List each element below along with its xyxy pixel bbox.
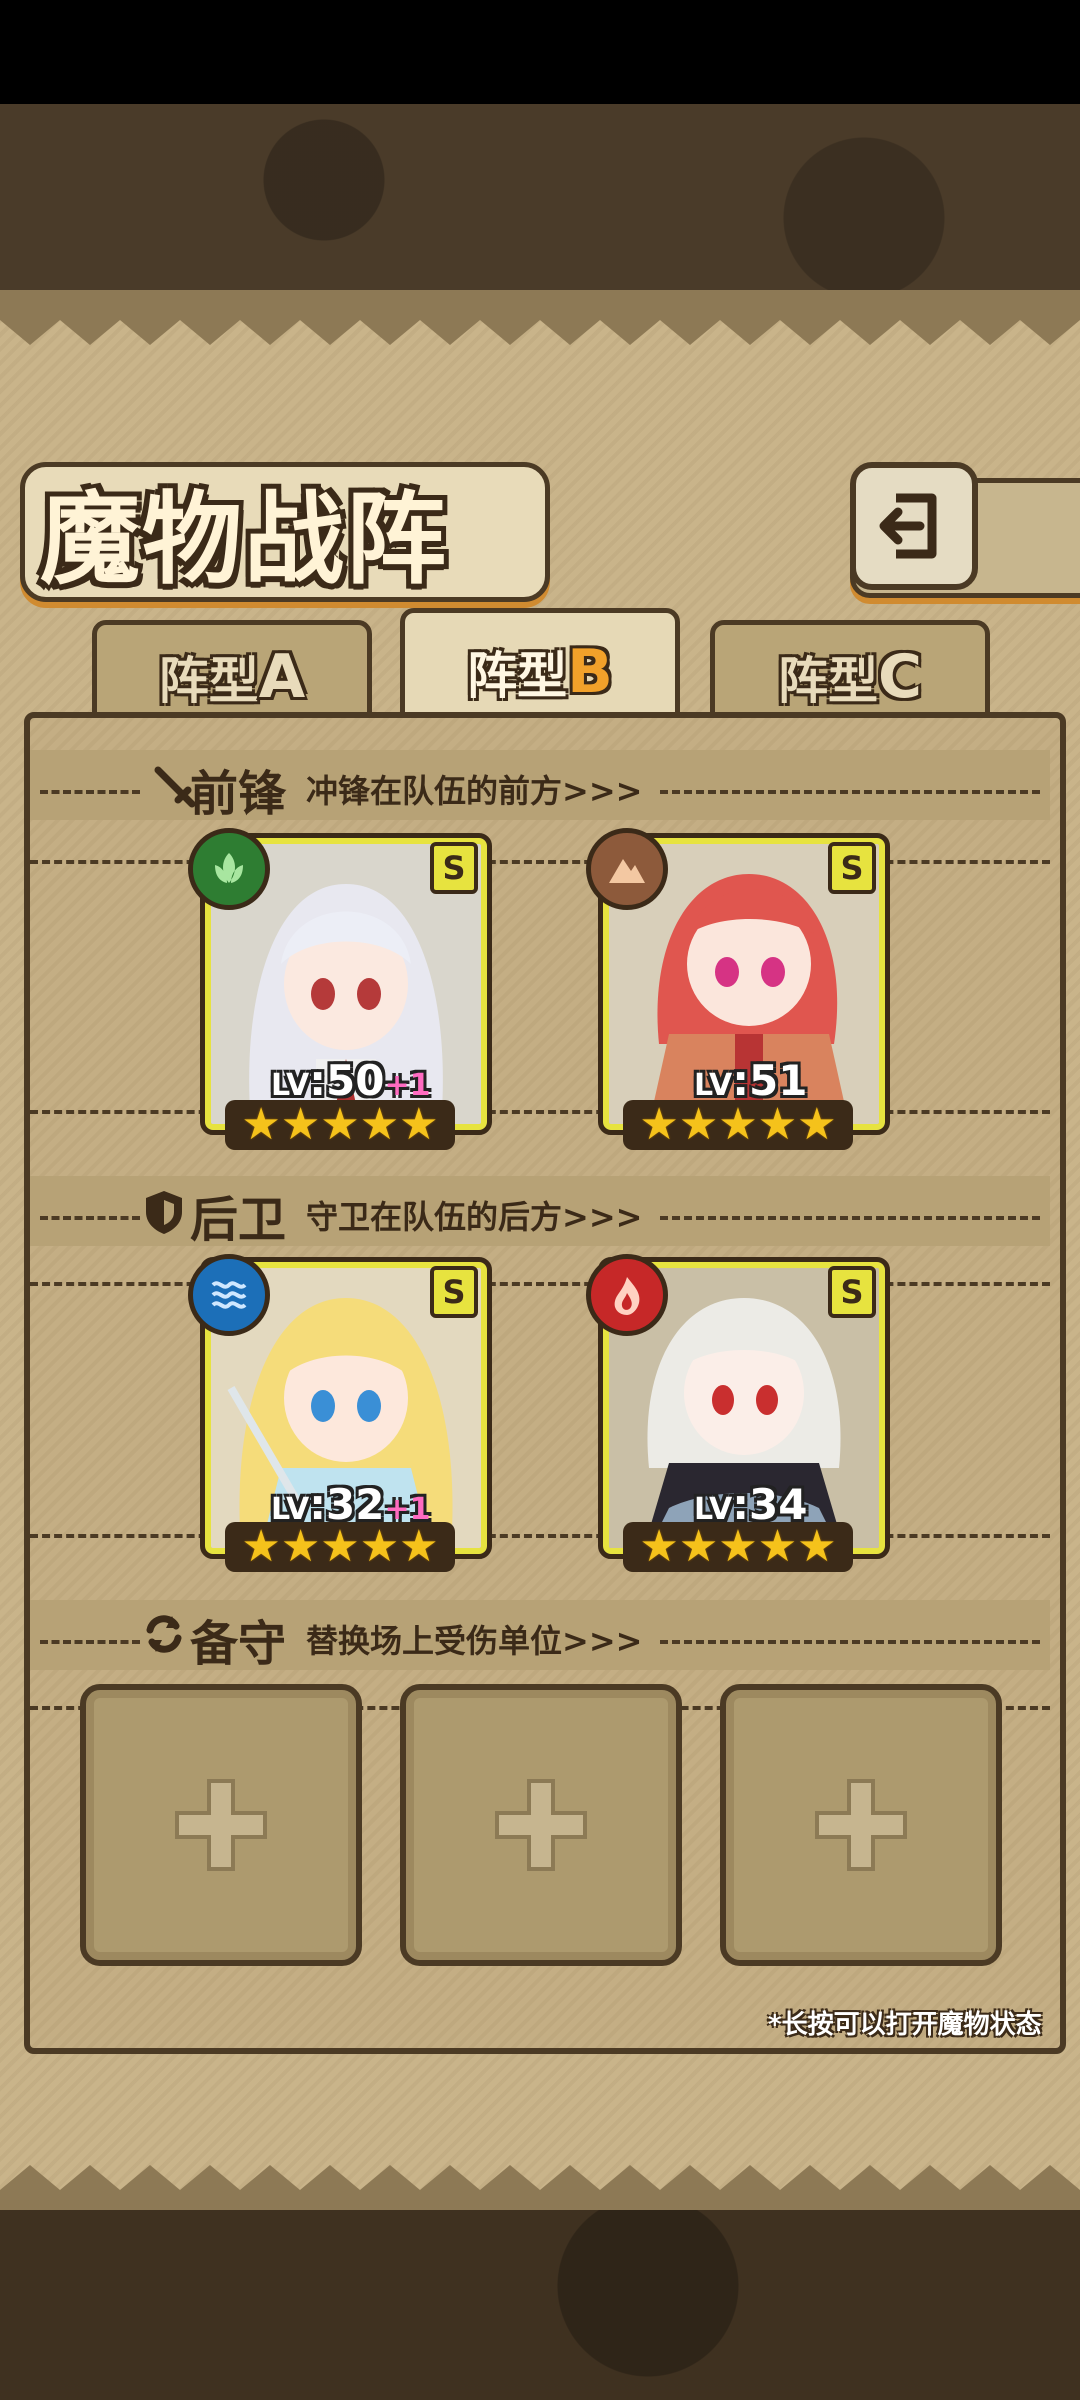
swap-icon	[146, 1615, 182, 1653]
zigzag-border-top	[0, 290, 1080, 345]
reserve-slot[interactable]	[80, 1684, 362, 1966]
level-value: :51	[732, 1056, 808, 1105]
divider	[40, 1216, 140, 1220]
section-subtitle: 守卫在队伍的后方>>>	[306, 1198, 643, 1236]
status-bar	[0, 0, 1080, 104]
divider	[660, 1216, 1040, 1220]
star-icon: ★	[678, 1521, 719, 1572]
mountain-icon	[609, 859, 645, 883]
rank-badge: S	[430, 842, 478, 894]
level-label: LV:51	[694, 1056, 807, 1105]
star-rating: ★ ★ ★ ★ ★	[225, 1522, 455, 1572]
star-icon: ★	[797, 1521, 837, 1572]
return-icon	[879, 493, 937, 559]
star-icon: ★	[757, 1521, 798, 1572]
star-icon: ★	[757, 1099, 798, 1150]
fire-element-icon	[586, 1254, 668, 1336]
divider	[660, 790, 1040, 794]
level-label: LV:50+1	[271, 1056, 430, 1105]
level-prefix: LV	[694, 1068, 733, 1103]
row-divider	[30, 860, 1050, 864]
reserve-slot[interactable]	[720, 1684, 1002, 1966]
star-icon: ★	[639, 1521, 679, 1572]
waves-icon	[211, 1281, 247, 1309]
tab-letter: A	[258, 642, 306, 712]
map-background-bottom	[0, 2210, 1080, 2400]
row-divider	[30, 1282, 1050, 1286]
leaf-element-icon	[188, 828, 270, 910]
shield-icon	[146, 1191, 182, 1234]
divider	[40, 790, 140, 794]
add-icon	[815, 1779, 907, 1871]
rank-badge: S	[828, 842, 876, 894]
section-header-back: 后卫 守卫在队伍的后方>>>	[30, 1176, 1050, 1248]
reserve-slot[interactable]	[400, 1684, 682, 1966]
flame-icon	[614, 1277, 640, 1315]
tab-letter: C	[877, 642, 923, 712]
tab-label: 阵型	[777, 652, 878, 710]
star-icon: ★	[280, 1521, 321, 1572]
section-title: 前锋	[190, 766, 287, 822]
section-title: 备守	[190, 1616, 287, 1672]
tab-letter: B	[567, 637, 613, 707]
section-header-reserve: 备守 替换场上受伤单位>>>	[30, 1600, 1050, 1672]
section-subtitle: 替换场上受伤单位>>>	[306, 1622, 643, 1660]
section-header-front: 前锋 冲锋在队伍的前方>>>	[30, 750, 1050, 822]
divider	[40, 1640, 140, 1644]
star-rating: ★ ★ ★ ★ ★	[623, 1100, 853, 1150]
level-prefix: LV	[271, 1068, 310, 1103]
star-icon: ★	[280, 1099, 321, 1150]
add-icon	[175, 1779, 267, 1871]
tab-label: 阵型	[158, 652, 259, 710]
leaf-icon	[215, 853, 243, 883]
rank-badge: S	[828, 1266, 876, 1318]
star-rating: ★ ★ ★ ★ ★	[225, 1100, 455, 1150]
star-icon: ★	[797, 1099, 837, 1150]
earth-element-icon	[586, 828, 668, 910]
star-icon: ★	[718, 1521, 758, 1572]
tab-label: 阵型	[467, 647, 568, 705]
star-icon: ★	[678, 1099, 719, 1150]
star-icon: ★	[359, 1099, 400, 1150]
row-divider	[30, 1534, 1050, 1538]
star-icon: ★	[241, 1099, 281, 1150]
divider	[660, 1640, 1040, 1644]
hint-text: *长按可以打开魔物状态	[768, 2010, 1042, 2040]
star-icon: ★	[399, 1521, 439, 1572]
star-icon: ★	[320, 1521, 360, 1572]
star-icon: ★	[241, 1521, 281, 1572]
section-title: 后卫	[190, 1192, 287, 1248]
back-button[interactable]	[850, 462, 978, 590]
water-element-icon	[188, 1254, 270, 1336]
star-rating: ★ ★ ★ ★ ★	[623, 1522, 853, 1572]
star-icon: ★	[718, 1099, 758, 1150]
page-title: 魔物战阵	[40, 480, 448, 598]
row-divider	[30, 1110, 1050, 1114]
map-background-top	[0, 104, 1080, 294]
add-icon	[495, 1779, 587, 1871]
section-subtitle: 冲锋在队伍的前方>>>	[306, 772, 643, 810]
star-icon: ★	[639, 1099, 679, 1150]
star-icon: ★	[359, 1521, 400, 1572]
star-icon: ★	[399, 1099, 439, 1150]
star-icon: ★	[320, 1099, 360, 1150]
level-bonus: +1	[384, 1068, 431, 1103]
level-value: :50	[309, 1056, 385, 1105]
rank-badge: S	[430, 1266, 478, 1318]
